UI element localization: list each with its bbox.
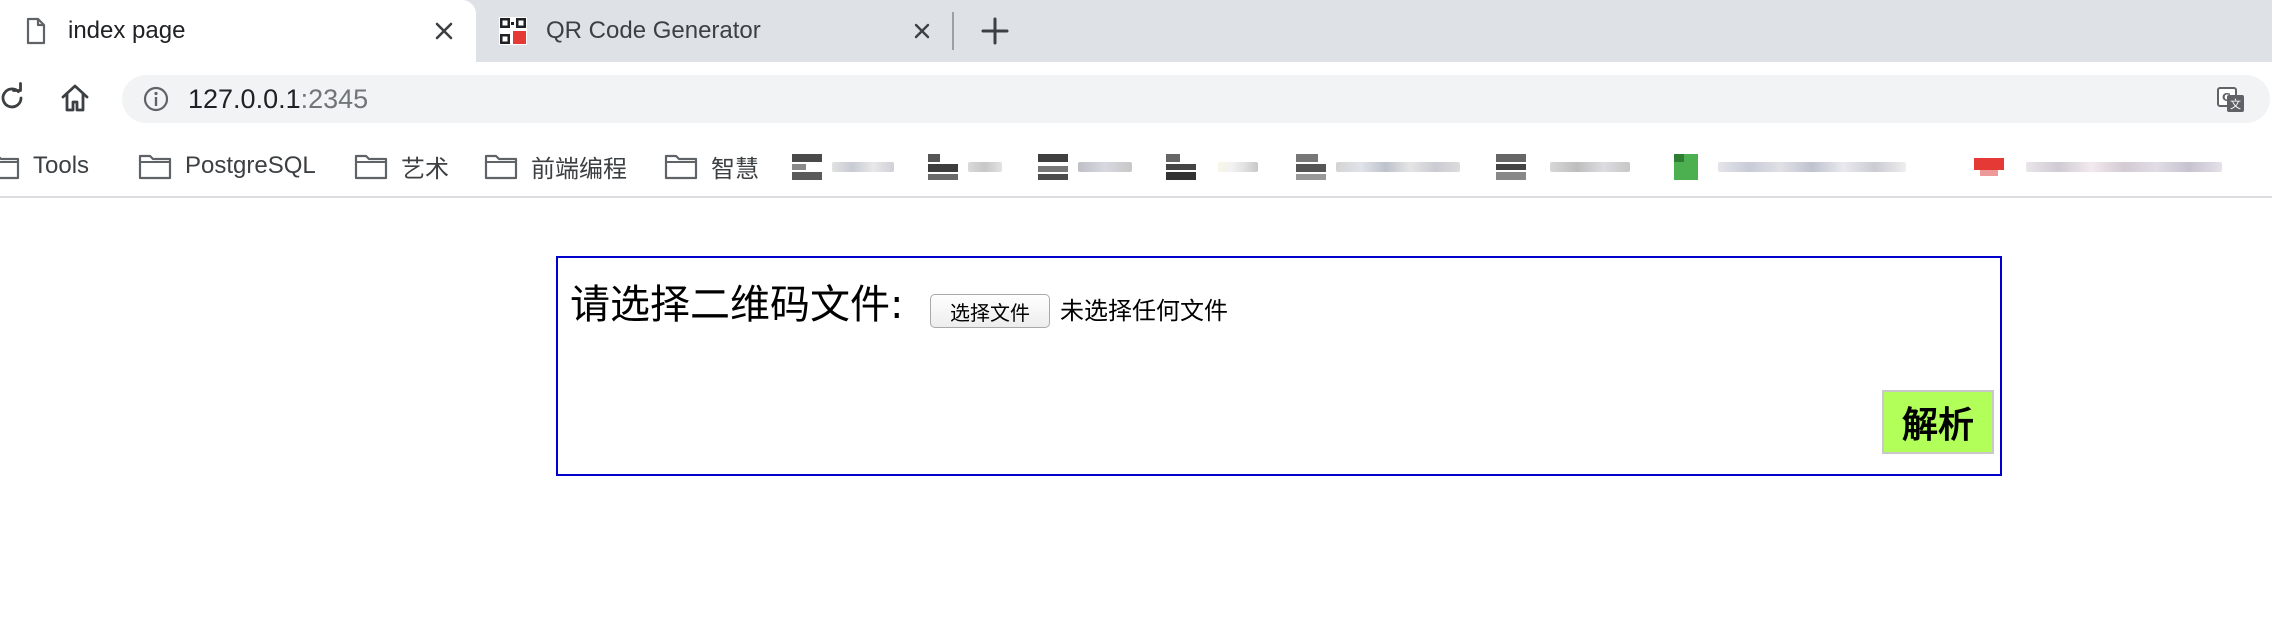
file-select-label: 请选择二维码文件: [570, 282, 904, 328]
bookmark-obscured[interactable] [1974, 150, 2224, 182]
obscured-favicon [792, 154, 822, 180]
tab-title: index page [68, 17, 186, 44]
choose-file-button[interactable]: 选择文件 [930, 294, 1050, 328]
tab-separator [952, 12, 954, 50]
bookmark-label: 艺术 [401, 155, 449, 183]
obscured-favicon [1166, 154, 1196, 180]
url-host: 127.0.0.1 [188, 84, 301, 114]
bookmark-label: 前端编程 [531, 155, 627, 183]
folder-icon [354, 154, 388, 180]
obscured-favicon [928, 154, 958, 180]
bookmark-folder-tools[interactable]: Tools [0, 148, 89, 184]
info-icon[interactable] [142, 85, 170, 113]
bookmark-folder-frontend[interactable]: 前端编程 [484, 148, 627, 184]
obscured-text [968, 162, 1002, 172]
bookmark-folder-postgresql[interactable]: PostgreSQL [138, 148, 316, 184]
obscured-text [1218, 162, 1258, 172]
obscured-favicon [1674, 154, 1698, 180]
bookmark-folder-art[interactable]: 艺术 [354, 148, 449, 184]
obscured-text [1550, 162, 1630, 172]
folder-icon [664, 154, 698, 180]
bookmark-label: 智慧 [711, 155, 759, 183]
qr-code-icon [499, 17, 527, 45]
close-icon[interactable] [908, 17, 936, 45]
address-bar[interactable]: 127.0.0.1:2345 G 文 [122, 75, 2270, 123]
file-status-text: 未选择任何文件 [1060, 297, 1228, 325]
obscured-favicon [1496, 154, 1526, 180]
url-port: :2345 [300, 84, 369, 114]
reload-icon[interactable] [0, 82, 28, 114]
page-content: 请选择二维码文件: 选择文件 未选择任何文件 解析 [0, 198, 2272, 644]
obscured-text [2026, 162, 2222, 172]
folder-icon [484, 154, 518, 180]
tab-strip: index page QR Code Generator [0, 0, 2272, 62]
home-icon[interactable] [58, 81, 92, 115]
bookmarks-bar: Tools PostgreSQL 艺术 前端编程 智慧 [0, 136, 2272, 198]
obscured-text [1336, 162, 1460, 172]
document-icon [26, 17, 46, 45]
obscured-favicon [1296, 154, 1326, 180]
bookmark-obscured[interactable] [1038, 150, 1138, 182]
obscured-text [1078, 162, 1132, 172]
bookmark-obscured[interactable] [1670, 150, 1910, 182]
bookmark-obscured[interactable] [928, 150, 1008, 182]
bookmark-obscured[interactable] [1296, 150, 1466, 182]
url-text[interactable]: 127.0.0.1:2345 [188, 84, 368, 114]
bookmark-label: PostgreSQL [185, 152, 316, 179]
obscured-text [1718, 162, 1906, 172]
bookmark-obscured[interactable] [792, 150, 902, 182]
bookmark-label: Tools [33, 152, 90, 179]
bookmark-obscured[interactable] [1166, 150, 1266, 182]
bookmark-folder-wisdom[interactable]: 智慧 [664, 148, 759, 184]
folder-icon [0, 156, 20, 180]
tab-qr-code-generator[interactable]: QR Code Generator [476, 0, 952, 62]
tab-title: QR Code Generator [546, 17, 761, 44]
obscured-favicon [1038, 154, 1068, 180]
obscured-favicon [1974, 158, 2004, 176]
new-tab-plus-icon[interactable] [978, 14, 1012, 48]
close-icon[interactable] [430, 17, 458, 45]
parse-button[interactable]: 解析 [1882, 390, 1994, 454]
tab-index-page[interactable]: index page [0, 0, 476, 62]
translate-icon[interactable]: G 文 [2216, 85, 2246, 115]
folder-icon [138, 154, 172, 180]
qr-upload-form: 请选择二维码文件: 选择文件 未选择任何文件 解析 [556, 256, 2002, 476]
bookmark-obscured[interactable] [1496, 150, 1636, 182]
svg-text:文: 文 [2230, 97, 2241, 111]
browser-toolbar: 127.0.0.1:2345 G 文 [0, 62, 2272, 136]
obscured-text [832, 162, 894, 172]
